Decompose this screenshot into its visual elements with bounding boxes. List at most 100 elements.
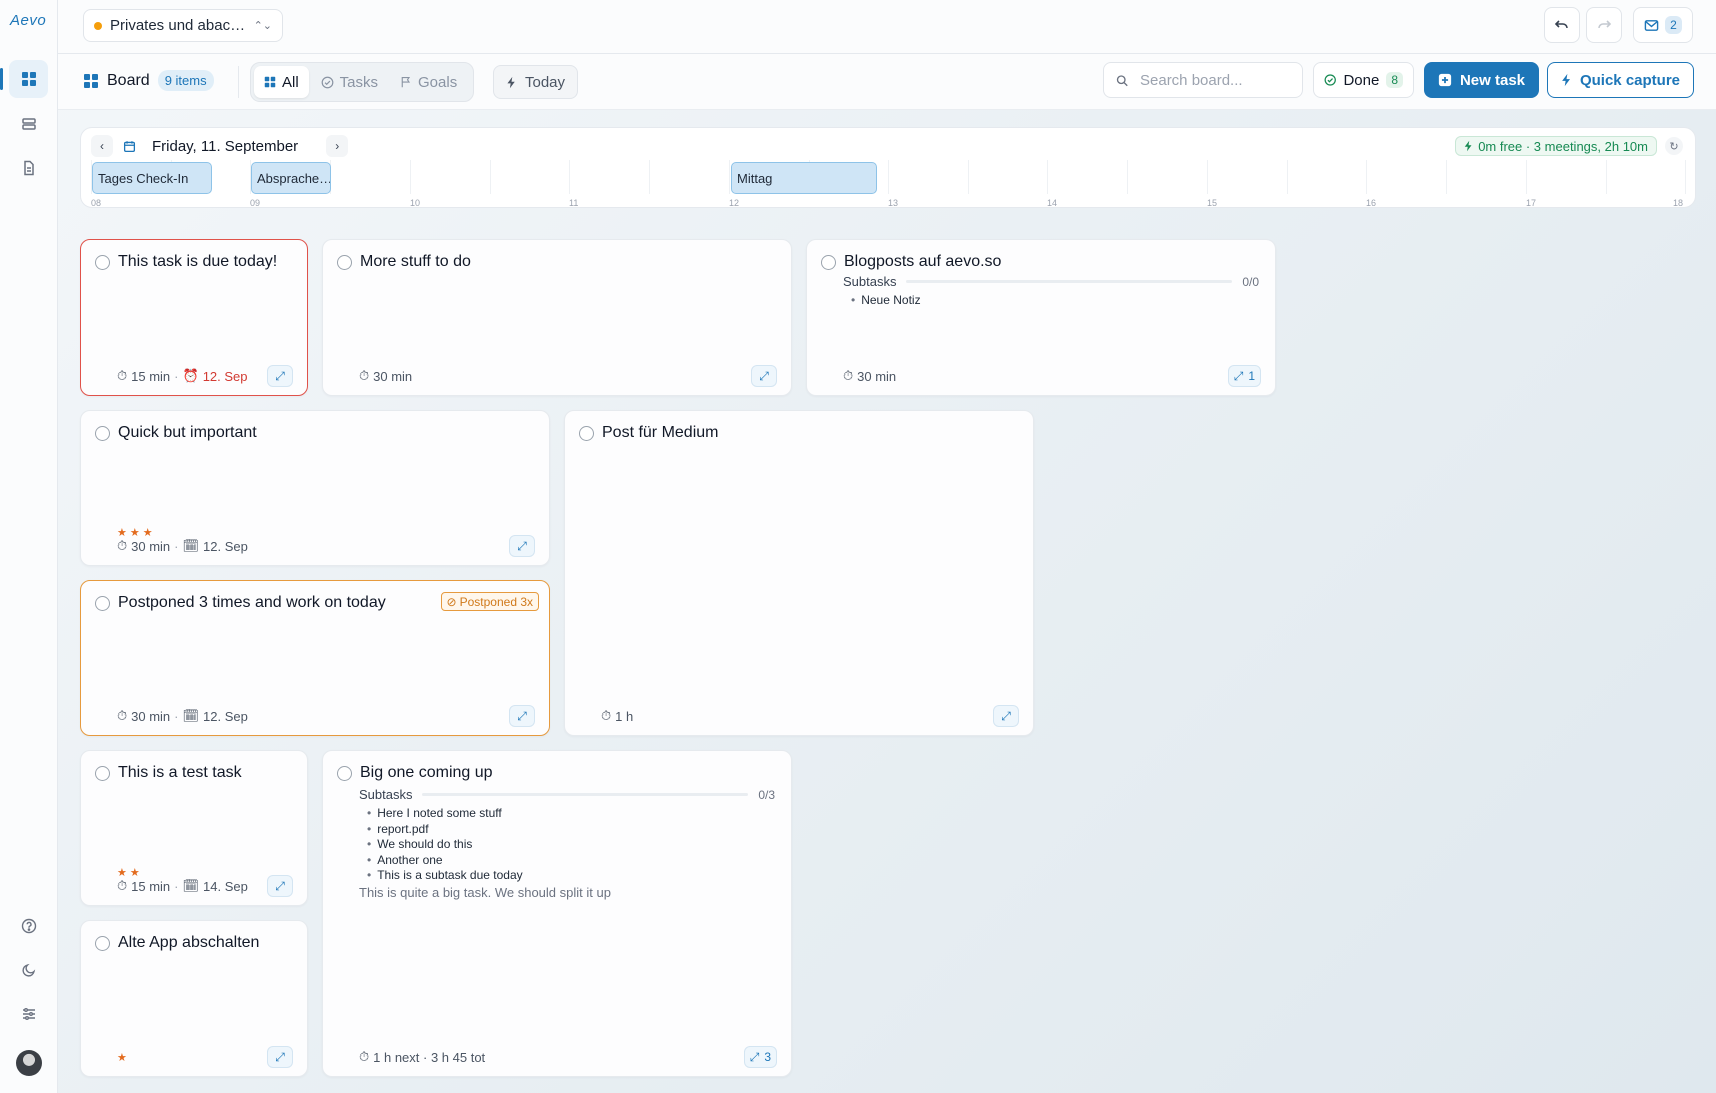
expand-button[interactable]: ⤢ <box>267 875 293 897</box>
task-card[interactable]: Blogposts auf aevo.so Subtasks 0/0 Neue … <box>806 239 1276 396</box>
priority-stars: ★ <box>117 1052 130 1064</box>
task-card[interactable]: This task is due today! ⏱ 15 min · ⏰ 12.… <box>80 239 308 396</box>
subtask-item[interactable]: report.pdf <box>367 822 775 838</box>
task-title: Big one coming up <box>360 764 493 781</box>
task-duration: 30 min <box>857 368 897 384</box>
expand-button[interactable]: ⤢ <box>751 365 777 387</box>
complete-checkbox[interactable] <box>821 254 836 270</box>
task-card[interactable]: Post für Medium ⏱ 1 h ⤢ <box>564 410 1034 736</box>
task-card[interactable]: Big one coming up Subtasks 0/3 Here I no… <box>322 750 792 1077</box>
task-card[interactable]: This is a test task ★★ ⏱ 15 min · 🗓 14. … <box>80 750 308 906</box>
timeline-event[interactable]: Tages Check-In <box>92 162 212 194</box>
complete-checkbox[interactable] <box>95 935 110 951</box>
search-box[interactable] <box>1103 62 1303 98</box>
postponed-label: Postponed 3x <box>459 594 533 609</box>
subtask-item[interactable]: We should do this <box>367 837 775 853</box>
subtask-item[interactable]: Neue Notiz <box>851 293 1259 309</box>
timeline-hour-label: 09 <box>250 198 261 208</box>
task-meta: ⏱ 15 min · 🗓 14. Sep <box>117 878 248 894</box>
board-nav-button[interactable] <box>0 60 48 98</box>
filter-goals-tab[interactable]: Goals <box>390 66 467 98</box>
avatar[interactable] <box>16 1050 42 1076</box>
complete-checkbox[interactable] <box>95 254 110 270</box>
expand-icon: ⤢ <box>275 878 285 893</box>
filter-tasks-tab[interactable]: Tasks <box>311 66 388 98</box>
expand-button[interactable]: ⤢ <box>509 535 535 557</box>
done-count-badge: 8 <box>1386 72 1403 88</box>
timeline-event[interactable]: Mittag <box>731 162 877 194</box>
timer-icon: ⏱ <box>117 368 128 383</box>
expand-button[interactable]: ⤢ <box>267 1046 293 1068</box>
timer-icon: ⏱ <box>601 708 612 723</box>
timeline-half-hour-line <box>1446 160 1447 194</box>
complete-checkbox[interactable] <box>579 425 594 441</box>
bolt-icon <box>1562 73 1570 87</box>
redo-button[interactable] <box>1586 7 1622 43</box>
next-day-button[interactable]: › <box>326 135 349 157</box>
timer-icon: ⏱ <box>359 368 370 383</box>
help-button[interactable] <box>9 907 48 945</box>
clock-icon: ⊘ <box>446 594 457 609</box>
task-card[interactable]: Alte App abschalten ★ ⤢ <box>80 920 308 1077</box>
inbox-button[interactable]: 2 <box>1633 7 1693 43</box>
expand-button[interactable]: ⤢ <box>509 705 535 727</box>
new-task-button[interactable]: New task <box>1424 62 1539 98</box>
subtask-item[interactable]: Another one <box>367 853 775 869</box>
complete-checkbox[interactable] <box>95 425 110 441</box>
board-label: Board <box>107 71 150 89</box>
filter-segmented-control: All Tasks Goals <box>250 62 474 102</box>
subtask-item[interactable]: Here I noted some stuff <box>367 806 775 822</box>
timeline-hour-label: 17 <box>1526 198 1537 208</box>
expand-button[interactable]: ⤢ <box>993 705 1019 727</box>
task-card[interactable]: More stuff to do ⏱ 30 min ⤢ <box>322 239 792 396</box>
timeline-event[interactable]: Absprache… <box>251 162 331 194</box>
timeline-hour-label: 16 <box>1366 198 1377 208</box>
timeline-half-hour-line <box>490 160 491 194</box>
expand-icon: ⤢ <box>275 368 285 383</box>
task-title: Blogposts auf aevo.so <box>844 253 1002 270</box>
task-duration: 1 h next · 3 h 45 tot <box>373 1049 486 1065</box>
notes-nav-button[interactable] <box>9 149 48 187</box>
quick-capture-button[interactable]: Quick capture <box>1547 62 1694 98</box>
task-card[interactable]: Quick but important ★★★ ⏱ 30 min · 🗓 12.… <box>80 410 550 566</box>
timeline-hour-label: 14 <box>1047 198 1058 208</box>
workspace-name: Privates und abac… <box>110 17 246 34</box>
search-input[interactable] <box>1140 71 1290 89</box>
complete-checkbox[interactable] <box>95 595 110 611</box>
refresh-icon[interactable]: ↻ <box>1665 137 1683 155</box>
calendar-icon[interactable] <box>123 140 136 153</box>
task-duration: 30 min <box>131 708 171 724</box>
timeline-grid: Tages Check-In Absprache… Mittag 08 09 10 1… <box>91 160 1686 208</box>
dark-mode-button[interactable] <box>9 951 48 989</box>
subtask-item[interactable]: This is a subtask due today <box>367 868 775 884</box>
task-note: This is quite a big task. We should spli… <box>359 884 611 900</box>
calendar-icon: 🗓 <box>182 708 200 723</box>
expand-button[interactable]: ⤢ <box>267 365 293 387</box>
task-title: This is a test task <box>118 764 242 781</box>
filter-all-tab[interactable]: All <box>254 66 309 98</box>
day-timeline: ‹ Friday, 11. September › 0m free · 3 me… <box>80 127 1696 208</box>
task-date: 12. Sep <box>203 708 248 724</box>
task-card[interactable]: Postponed 3 times and work on today ⊘ Po… <box>80 580 550 736</box>
task-duration: 15 min <box>131 368 171 384</box>
complete-checkbox[interactable] <box>337 254 352 270</box>
prev-day-button[interactable]: ‹ <box>91 135 113 157</box>
complete-checkbox[interactable] <box>337 765 352 781</box>
list-nav-button[interactable] <box>9 105 48 143</box>
workspace-select[interactable]: Privates und abac… ⌃⌄ <box>83 9 283 42</box>
expand-icon: ⤢ <box>1233 368 1244 383</box>
calendar-icon: 🗓 <box>182 538 200 553</box>
expand-icon: ⤢ <box>749 1049 760 1064</box>
task-date: 14. Sep <box>203 878 248 894</box>
help-icon <box>21 918 36 934</box>
expand-button[interactable]: ⤢ 1 <box>1227 365 1261 387</box>
subtasks-label: Subtasks <box>843 274 897 289</box>
complete-checkbox[interactable] <box>95 765 110 781</box>
subtask-list: Neue Notiz <box>843 293 1259 309</box>
done-button[interactable]: Done 8 <box>1313 62 1414 98</box>
task-title: Alte App abschalten <box>118 934 260 951</box>
expand-button[interactable]: ⤢ 3 <box>743 1046 777 1068</box>
settings-button[interactable] <box>9 995 48 1033</box>
undo-button[interactable] <box>1544 7 1580 43</box>
today-button[interactable]: Today <box>493 65 579 99</box>
